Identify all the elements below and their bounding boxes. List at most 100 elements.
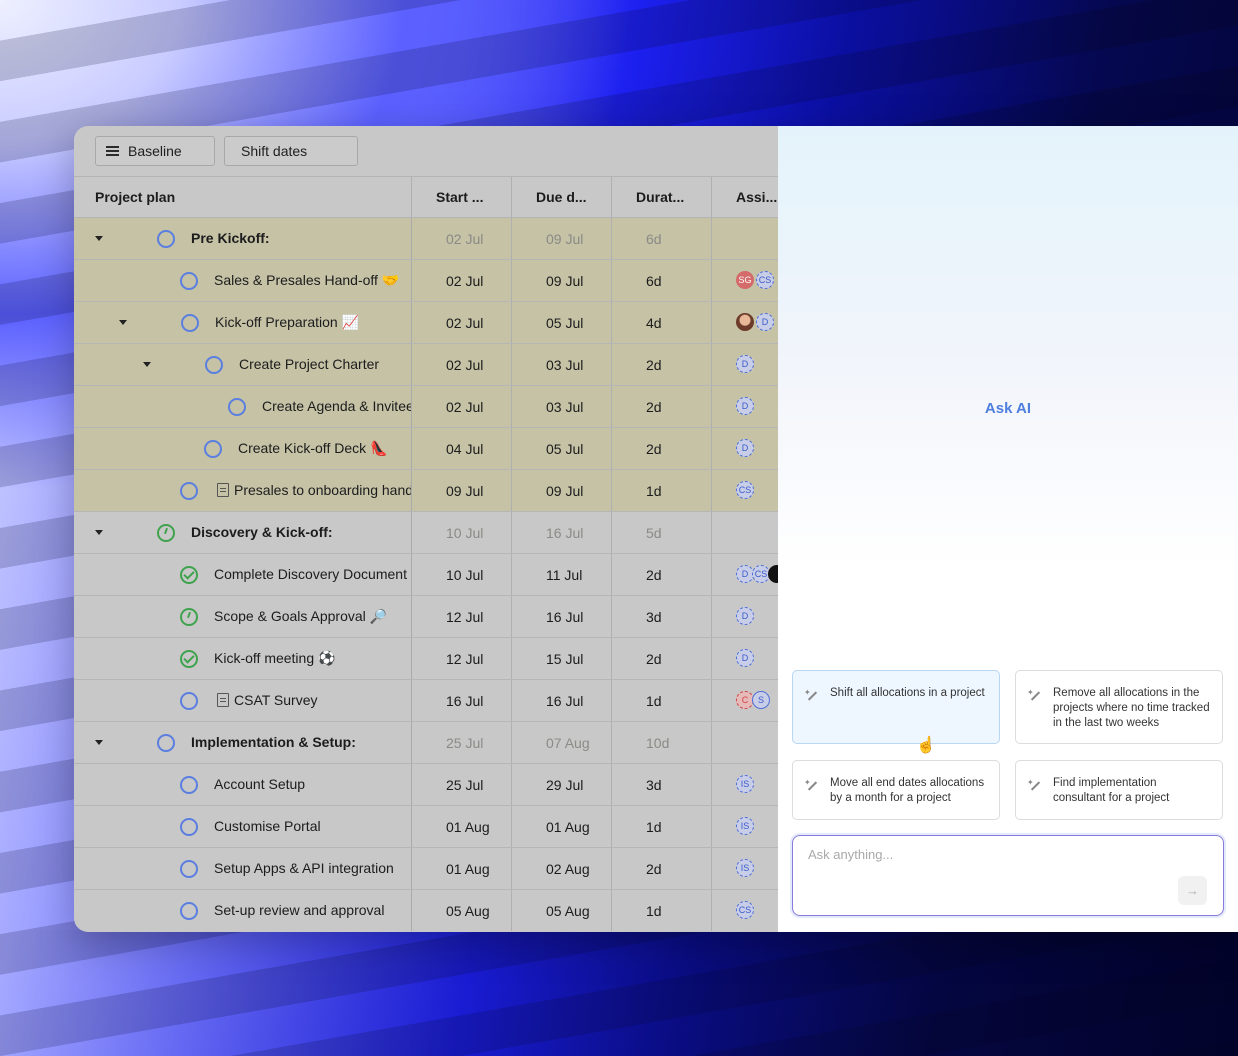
status-circle-icon[interactable] bbox=[180, 860, 198, 878]
table-row[interactable]: Create Kick-off Deck 👠 04 Jul 05 Jul 2d … bbox=[74, 428, 778, 470]
avatar[interactable]: S bbox=[752, 691, 770, 709]
table-row[interactable]: Account Setup 25 Jul 29 Jul 3d IS bbox=[74, 764, 778, 806]
status-circle-icon[interactable] bbox=[228, 398, 246, 416]
avatar[interactable]: D bbox=[736, 355, 754, 373]
table-row[interactable]: Presales to onboarding hand 09 Jul 09 Ju… bbox=[74, 470, 778, 512]
check-circle-icon[interactable] bbox=[180, 566, 198, 584]
status-circle-icon[interactable] bbox=[205, 356, 223, 374]
avatar[interactable]: IS bbox=[736, 775, 754, 793]
baseline-button[interactable]: Baseline bbox=[95, 136, 215, 166]
avatar[interactable]: D bbox=[756, 313, 774, 331]
table-row[interactable]: Customise Portal 01 Aug 01 Aug 1d IS bbox=[74, 806, 778, 848]
chevron-down-icon[interactable] bbox=[95, 740, 103, 745]
header-due-date[interactable]: Due d... bbox=[512, 177, 612, 217]
avatar-photo[interactable] bbox=[736, 313, 754, 331]
in-progress-icon[interactable] bbox=[180, 608, 198, 626]
table-row[interactable]: CSAT Survey 16 Jul 16 Jul 1d C S bbox=[74, 680, 778, 722]
suggestion-shift-allocations[interactable]: Shift all allocations in a project bbox=[792, 670, 1000, 744]
assignee-cell: CS bbox=[712, 890, 778, 931]
table-row[interactable]: Pre Kickoff: 02 Jul 09 Jul 6d bbox=[74, 218, 778, 260]
start-date: 02 Jul bbox=[412, 302, 512, 343]
status-circle-icon[interactable] bbox=[180, 902, 198, 920]
due-date: 05 Jul bbox=[512, 428, 612, 469]
status-circle-icon[interactable] bbox=[180, 776, 198, 794]
task-name: Complete Discovery Document bbox=[214, 566, 407, 582]
chevron-down-icon[interactable] bbox=[95, 236, 103, 241]
avatar[interactable]: CS bbox=[736, 901, 754, 919]
due-date: 02 Aug bbox=[512, 848, 612, 889]
send-button[interactable]: → bbox=[1178, 876, 1207, 905]
start-date: 05 Aug bbox=[412, 890, 512, 931]
duration: 2d bbox=[612, 386, 712, 427]
chevron-down-icon[interactable] bbox=[143, 362, 151, 367]
duration: 1d bbox=[612, 806, 712, 847]
table-row[interactable]: Implementation & Setup: 25 Jul 07 Aug 10… bbox=[74, 722, 778, 764]
status-circle-icon[interactable] bbox=[180, 482, 198, 500]
suggestion-remove-allocations[interactable]: Remove all allocations in the projects w… bbox=[1015, 670, 1223, 744]
in-progress-icon[interactable] bbox=[157, 524, 175, 542]
status-circle-icon[interactable] bbox=[180, 818, 198, 836]
shift-dates-button[interactable]: Shift dates bbox=[224, 136, 358, 166]
header-duration[interactable]: Durat... bbox=[612, 177, 712, 217]
avatar[interactable]: CS bbox=[756, 271, 774, 289]
table-row[interactable]: Create Project Charter 02 Jul 03 Jul 2d … bbox=[74, 344, 778, 386]
assignee-cell: D bbox=[712, 428, 778, 469]
assignee-cell: CS bbox=[712, 470, 778, 511]
table-row[interactable]: Create Agenda & Invitee 02 Jul 03 Jul 2d… bbox=[74, 386, 778, 428]
chevron-down-icon[interactable] bbox=[95, 530, 103, 535]
header-start-date[interactable]: Start ... bbox=[412, 177, 512, 217]
avatar[interactable]: D bbox=[736, 439, 754, 457]
table-row[interactable]: Setup Apps & API integration 01 Aug 02 A… bbox=[74, 848, 778, 890]
assignee-cell: C S bbox=[712, 680, 778, 721]
ask-input-box[interactable]: → bbox=[792, 835, 1224, 916]
duration: 3d bbox=[612, 764, 712, 805]
avatar[interactable]: CS bbox=[736, 481, 754, 499]
avatar[interactable]: D bbox=[736, 649, 754, 667]
avatar[interactable]: IS bbox=[736, 817, 754, 835]
document-icon bbox=[217, 483, 229, 497]
task-name: Create Agenda & Invitee bbox=[262, 398, 412, 414]
task-name: Create Project Charter bbox=[239, 356, 380, 372]
due-date: 16 Jul bbox=[512, 596, 612, 637]
check-circle-icon[interactable] bbox=[180, 650, 198, 668]
task-name: Discovery & Kick-off: bbox=[191, 524, 333, 540]
assignee-cell bbox=[712, 218, 778, 259]
suggestion-text: Move all end dates allocations by a mont… bbox=[830, 777, 985, 804]
status-circle-icon[interactable] bbox=[204, 440, 222, 458]
table-row[interactable]: Kick-off Preparation 📈 02 Jul 05 Jul 4d … bbox=[74, 302, 778, 344]
due-date: 07 Aug bbox=[512, 722, 612, 763]
status-circle-icon[interactable] bbox=[180, 692, 198, 710]
start-date: 02 Jul bbox=[412, 218, 512, 259]
table-row[interactable]: Discovery & Kick-off: 10 Jul 16 Jul 5d bbox=[74, 512, 778, 554]
toolbar: Baseline Shift dates bbox=[74, 126, 778, 177]
header-project-plan[interactable]: Project plan bbox=[74, 177, 412, 217]
project-plan-panel: Baseline Shift dates Project plan Start … bbox=[74, 126, 778, 932]
avatar[interactable]: D bbox=[736, 607, 754, 625]
table-row[interactable]: Kick-off meeting ⚽ 12 Jul 15 Jul 2d D bbox=[74, 638, 778, 680]
suggestion-find-consultant[interactable]: Find implementation consultant for a pro… bbox=[1015, 760, 1223, 820]
status-circle-icon[interactable] bbox=[157, 734, 175, 752]
header-assignee[interactable]: Assi... bbox=[712, 177, 778, 217]
task-name: Setup Apps & API integration bbox=[214, 860, 394, 876]
suggestion-move-end-dates[interactable]: Move all end dates allocations by a mont… bbox=[792, 760, 1000, 820]
status-circle-icon[interactable] bbox=[180, 272, 198, 290]
avatar[interactable]: IS bbox=[736, 859, 754, 877]
table-row[interactable]: Complete Discovery Document 10 Jul 11 Ju… bbox=[74, 554, 778, 596]
assignee-cell: D bbox=[712, 386, 778, 427]
due-date: 03 Jul bbox=[512, 386, 612, 427]
table-row[interactable]: Sales & Presales Hand-off 🤝 02 Jul 09 Ju… bbox=[74, 260, 778, 302]
start-date: 12 Jul bbox=[412, 596, 512, 637]
avatar[interactable] bbox=[768, 565, 778, 583]
start-date: 10 Jul bbox=[412, 554, 512, 595]
table-row[interactable]: Scope & Goals Approval 🔎 12 Jul 16 Jul 3… bbox=[74, 596, 778, 638]
ask-input[interactable] bbox=[806, 846, 1190, 863]
table-row[interactable]: Set-up review and approval 05 Aug 05 Aug… bbox=[74, 890, 778, 931]
status-circle-icon[interactable] bbox=[157, 230, 175, 248]
avatar[interactable]: D bbox=[736, 397, 754, 415]
duration: 1d bbox=[612, 470, 712, 511]
start-date: 25 Jul bbox=[412, 722, 512, 763]
status-circle-icon[interactable] bbox=[181, 314, 199, 332]
avatar[interactable]: SG bbox=[736, 271, 754, 289]
chevron-down-icon[interactable] bbox=[119, 320, 127, 325]
assignee-cell: SG CS bbox=[712, 260, 778, 301]
